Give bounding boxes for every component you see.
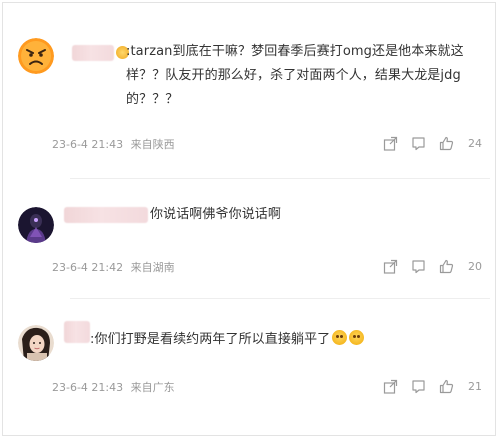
comment-divider bbox=[70, 178, 490, 179]
comment-location: 来自陕西 bbox=[130, 138, 175, 151]
comment-actions: 24 bbox=[382, 133, 482, 153]
comment-location: 来自广东 bbox=[130, 381, 175, 394]
share-icon[interactable] bbox=[382, 258, 398, 274]
comment-meta: 23-6-4 21:43 来自陕西 bbox=[52, 136, 179, 152]
thumbs-up-icon[interactable] bbox=[438, 135, 454, 151]
like-count: 24 bbox=[468, 136, 482, 150]
comment-actions: 20 bbox=[382, 256, 482, 276]
comment-divider bbox=[70, 298, 490, 299]
grimace-emoji-icon bbox=[332, 330, 348, 345]
comment-icon[interactable] bbox=[410, 135, 426, 151]
username-redacted[interactable] bbox=[72, 45, 114, 61]
comment-text: 你说话啊佛爷你说话啊 bbox=[150, 207, 282, 222]
comment-text: :tarzan到底在干嘛？梦回春季后赛打omg还是他本来就这样？？队友开的那么好… bbox=[126, 44, 464, 107]
comment-time: 23-6-4 21:42 bbox=[52, 261, 124, 274]
thumbs-up-icon[interactable] bbox=[438, 258, 454, 274]
girl-photo-avatar[interactable] bbox=[18, 325, 54, 361]
comment-text: :你们打野是看续约两年了所以直接躺平了 bbox=[90, 328, 470, 352]
username-redacted[interactable] bbox=[64, 207, 148, 223]
comment-time: 23-6-4 21:43 bbox=[52, 138, 124, 151]
comment-time: 23-6-4 21:43 bbox=[52, 381, 124, 394]
grimace-emoji-icon bbox=[349, 330, 365, 345]
share-icon[interactable] bbox=[382, 135, 398, 151]
comment-meta: 23-6-4 21:42 来自湖南 bbox=[52, 259, 179, 275]
like-count: 20 bbox=[468, 259, 482, 273]
username-redacted[interactable] bbox=[64, 321, 90, 343]
comment-actions: 21 bbox=[382, 376, 482, 396]
comment-text-content: :你们打野是看续约两年了所以直接躺平了 bbox=[90, 332, 331, 347]
angry-face-avatar[interactable] bbox=[18, 38, 54, 74]
dark-character-avatar[interactable] bbox=[18, 207, 54, 243]
comment-icon[interactable] bbox=[410, 378, 426, 394]
comment-location: 来自湖南 bbox=[130, 261, 175, 274]
comment-icon[interactable] bbox=[410, 258, 426, 274]
comment-meta: 23-6-4 21:43 来自广东 bbox=[52, 379, 179, 395]
share-icon[interactable] bbox=[382, 378, 398, 394]
like-count: 21 bbox=[468, 379, 482, 393]
thumbs-up-icon[interactable] bbox=[438, 378, 454, 394]
